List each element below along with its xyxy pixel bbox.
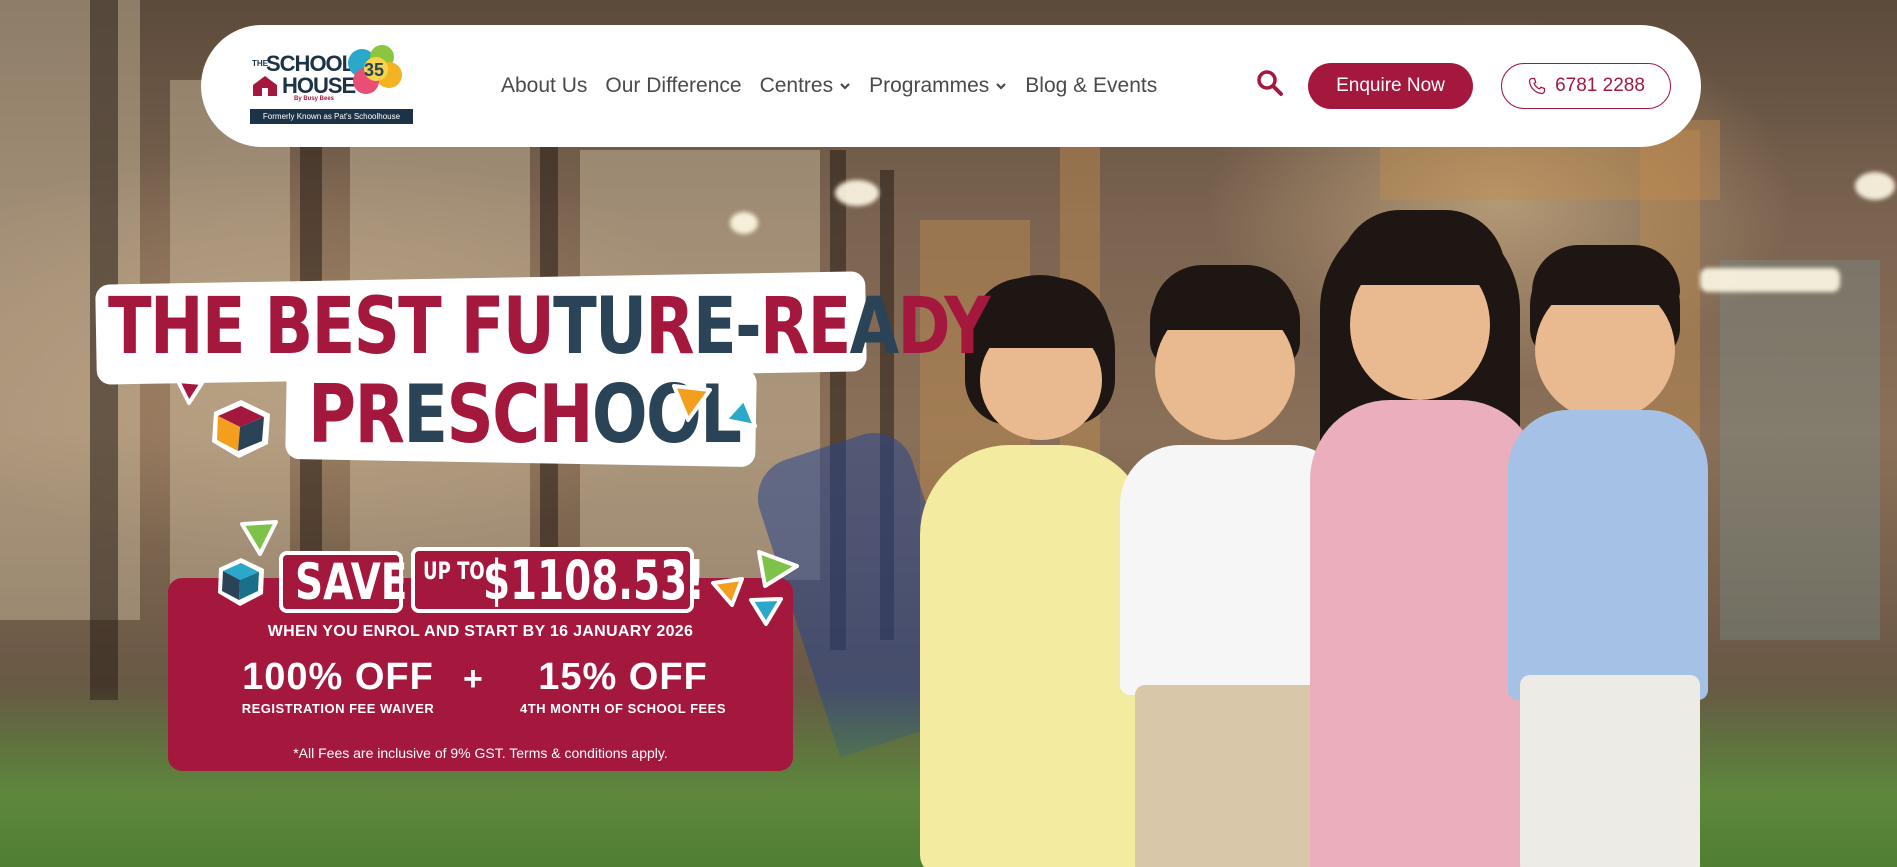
triangle-icon bbox=[240, 520, 278, 556]
upto-amount-box: UP TO $1108.53! * bbox=[411, 547, 705, 613]
nav-item-label: Blog & Events bbox=[1025, 74, 1158, 97]
anniversary-35-icon: 35 bbox=[348, 45, 402, 94]
school-house-logo[interactable]: THE SCHOOL HOUSE By Busy Bees 35 Formerl… bbox=[250, 43, 420, 129]
offer-registration-waiver: 100% OFF REGISTRATION FEE WAIVER bbox=[228, 656, 448, 716]
bg-ceiling-light bbox=[730, 212, 758, 234]
chevron-down-icon bbox=[996, 83, 1007, 90]
offer-big-text: 15% OFF bbox=[538, 656, 708, 698]
phone-number: 6781 2288 bbox=[1555, 75, 1645, 96]
headline-text: PR bbox=[308, 368, 405, 461]
nav-item-our-difference[interactable]: Our Difference bbox=[605, 74, 741, 98]
triangle-icon bbox=[723, 397, 757, 428]
search-icon[interactable] bbox=[1255, 68, 1285, 98]
triangle-icon bbox=[757, 550, 799, 588]
bg-ceiling-light bbox=[1855, 172, 1895, 200]
bg-ceiling-light bbox=[1700, 268, 1840, 292]
headline-text: E- bbox=[693, 282, 762, 372]
logo-by-busy-bees: By Busy Bees bbox=[294, 96, 335, 102]
headline-text: TU bbox=[553, 282, 647, 372]
nav-item-about-us[interactable]: About Us bbox=[501, 74, 587, 98]
enquire-now-button[interactable]: Enquire Now bbox=[1308, 63, 1473, 109]
triangle-icon bbox=[176, 379, 204, 405]
promo-terms-note: *All Fees are inclusive of 9% GST. Terms… bbox=[293, 745, 668, 761]
nav-item-label: About Us bbox=[501, 74, 588, 97]
house-icon bbox=[253, 76, 277, 96]
phone-icon bbox=[1528, 77, 1546, 95]
logo-formerly-known-as: Formerly Known as Pat's Schoolhouse bbox=[250, 109, 413, 124]
bg-window bbox=[1720, 260, 1880, 640]
headline-text: E bbox=[403, 368, 448, 461]
nav-menu: About Us Our Difference Centres Programm… bbox=[501, 25, 1175, 147]
save-label: SAVE bbox=[295, 553, 408, 611]
nav-item-label: Programmes bbox=[869, 74, 990, 97]
chevron-down-icon bbox=[840, 83, 850, 90]
offer-school-fees: 15% OFF 4TH MONTH OF SCHOOL FEES bbox=[498, 656, 748, 716]
save-amount: $1108.53! bbox=[483, 548, 705, 612]
nav-item-blog-events[interactable]: Blog & Events bbox=[1025, 74, 1157, 98]
triangle-icon bbox=[711, 577, 744, 607]
nav-item-label: Our Difference bbox=[605, 74, 742, 97]
triangle-icon bbox=[672, 384, 712, 422]
offer-plus-sign: + bbox=[463, 660, 483, 698]
headline-text: A bbox=[849, 282, 900, 372]
offer-small-text: REGISTRATION FEE WAIVER bbox=[241, 701, 435, 716]
triangle-icon bbox=[749, 597, 783, 626]
offer-big-text: 100% OFF bbox=[242, 656, 434, 698]
phone-call-button[interactable]: 6781 2288 bbox=[1501, 63, 1671, 109]
save-box: SAVE bbox=[279, 551, 408, 613]
top-navbar: THE SCHOOL HOUSE By Busy Bees 35 Formerl… bbox=[201, 25, 1701, 147]
nav-item-label: Centres bbox=[759, 74, 834, 97]
nav-item-centres[interactable]: Centres bbox=[760, 74, 852, 98]
headline-text: THE BEST bbox=[108, 282, 461, 372]
headline-text: RE bbox=[759, 282, 851, 372]
cube-icon bbox=[212, 400, 270, 458]
bg-ceiling-light bbox=[835, 180, 879, 206]
logo-anniversary-number: 35 bbox=[364, 60, 384, 80]
save-badge: SAVE UP TO $1108.53! * bbox=[279, 547, 705, 613]
headline-text: DY bbox=[897, 282, 991, 372]
headline-text: R bbox=[645, 282, 694, 372]
upto-label: UP TO bbox=[423, 557, 485, 585]
headline-text: OOL bbox=[591, 368, 742, 461]
headline-text: FU bbox=[460, 282, 555, 372]
headline-line-1: THE BEST FUTURE-READY bbox=[108, 282, 991, 372]
nav-item-programmes[interactable]: Programmes bbox=[869, 74, 1007, 98]
headline-text: SCH bbox=[446, 368, 593, 461]
cube-icon bbox=[218, 558, 264, 606]
offer-small-text: 4TH MONTH OF SCHOOL FEES bbox=[519, 701, 727, 716]
child-blue-shirt bbox=[1500, 245, 1720, 867]
promo-subline: WHEN YOU ENROL AND START BY 16 JANUARY 2… bbox=[267, 623, 694, 640]
